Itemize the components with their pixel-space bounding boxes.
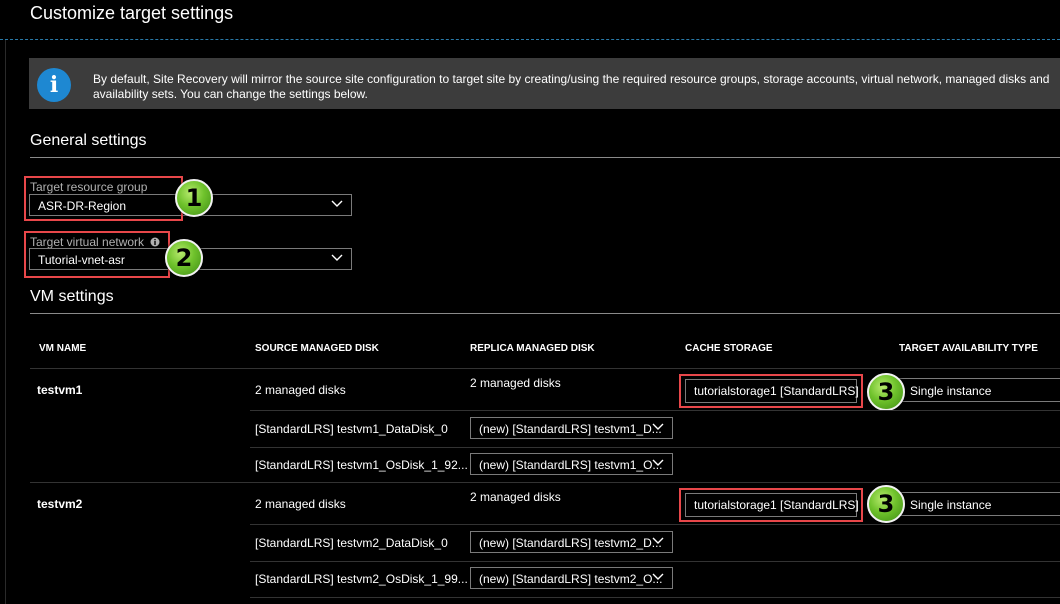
source-disk-name: [StandardLRS] testvm2_DataDisk_0 xyxy=(255,536,448,550)
replica-disk-value: (new) [StandardLRS] testvm2_O... xyxy=(479,572,663,586)
replica-disk-select[interactable]: (new) [StandardLRS] testvm2_D... xyxy=(470,531,673,553)
source-disk-name: [StandardLRS] testvm2_OsDisk_1_99... xyxy=(255,572,468,586)
replica-disk-select[interactable]: (new) [StandardLRS] testvm1_D... xyxy=(470,417,673,439)
general-settings-heading: General settings xyxy=(30,132,147,149)
callout-badge-1: 1 xyxy=(175,179,213,217)
callout-badge-2: 2 xyxy=(165,239,203,277)
callout-box-2 xyxy=(24,231,170,278)
info-icon: i xyxy=(37,68,71,102)
chevron-down-icon xyxy=(331,254,343,261)
source-disk-name: [StandardLRS] testvm1_DataDisk_0 xyxy=(255,422,448,436)
chevron-down-icon xyxy=(652,423,664,430)
replica-disk-select[interactable]: (new) [StandardLRS] testvm2_O... xyxy=(470,567,673,589)
row-divider xyxy=(250,597,1060,598)
row-divider xyxy=(250,410,1060,411)
row-divider xyxy=(250,447,1060,448)
row-divider xyxy=(250,524,1060,525)
vm-settings-heading: VM settings xyxy=(30,288,114,305)
column-header-replica-disk: REPLICA MANAGED DISK xyxy=(470,343,595,354)
info-text: By default, Site Recovery will mirror th… xyxy=(93,72,1050,101)
general-settings-divider xyxy=(30,157,1060,158)
replica-disk-summary: 2 managed disks xyxy=(470,490,561,504)
callout-box-1 xyxy=(24,176,183,221)
row-divider xyxy=(30,482,1060,483)
column-header-source-disk: SOURCE MANAGED DISK xyxy=(255,343,379,354)
row-divider xyxy=(250,561,1060,562)
chevron-down-icon xyxy=(652,573,664,580)
replica-disk-value: (new) [StandardLRS] testvm1_O... xyxy=(479,458,663,472)
replica-disk-summary: 2 managed disks xyxy=(470,376,561,390)
title-divider xyxy=(0,39,1060,40)
column-header-availability: TARGET AVAILABILITY TYPE xyxy=(899,343,1038,354)
row-divider xyxy=(30,368,1060,369)
source-disk-summary: 2 managed disks xyxy=(255,383,346,397)
source-disk-summary: 2 managed disks xyxy=(255,497,346,511)
chevron-down-icon xyxy=(331,200,343,207)
blade-edge xyxy=(5,40,6,604)
vm-name: testvm2 xyxy=(37,497,83,511)
cache-storage-value: tutorialstorage1 [StandardLRS] xyxy=(685,493,859,517)
replica-disk-value: (new) [StandardLRS] testvm2_D... xyxy=(479,536,662,550)
info-banner: i By default, Site Recovery will mirror … xyxy=(29,58,1060,109)
cache-storage-select[interactable]: tutorialstorage1 [StandardLRS] xyxy=(679,374,863,408)
replica-disk-value: (new) [StandardLRS] testvm1_D... xyxy=(479,422,662,436)
replica-disk-select[interactable]: (new) [StandardLRS] testvm1_O... xyxy=(470,453,673,475)
vm-settings-divider xyxy=(30,313,1060,314)
callout-badge-3: 3 xyxy=(867,373,905,411)
chevron-down-icon xyxy=(652,459,664,466)
source-disk-name: [StandardLRS] testvm1_OsDisk_1_92... xyxy=(255,458,468,472)
chevron-down-icon xyxy=(652,537,664,544)
page-title: Customize target settings xyxy=(30,3,234,23)
callout-badge-3: 3 xyxy=(867,485,905,523)
availability-type-select[interactable]: Single instance xyxy=(899,492,1060,516)
vm-name: testvm1 xyxy=(37,383,83,397)
column-header-cache-storage: CACHE STORAGE xyxy=(685,343,773,354)
availability-type-select[interactable]: Single instance xyxy=(899,378,1060,402)
column-header-vm-name: VM NAME xyxy=(39,343,87,354)
cache-storage-select[interactable]: tutorialstorage1 [StandardLRS] xyxy=(679,488,863,522)
cache-storage-value: tutorialstorage1 [StandardLRS] xyxy=(685,379,859,403)
